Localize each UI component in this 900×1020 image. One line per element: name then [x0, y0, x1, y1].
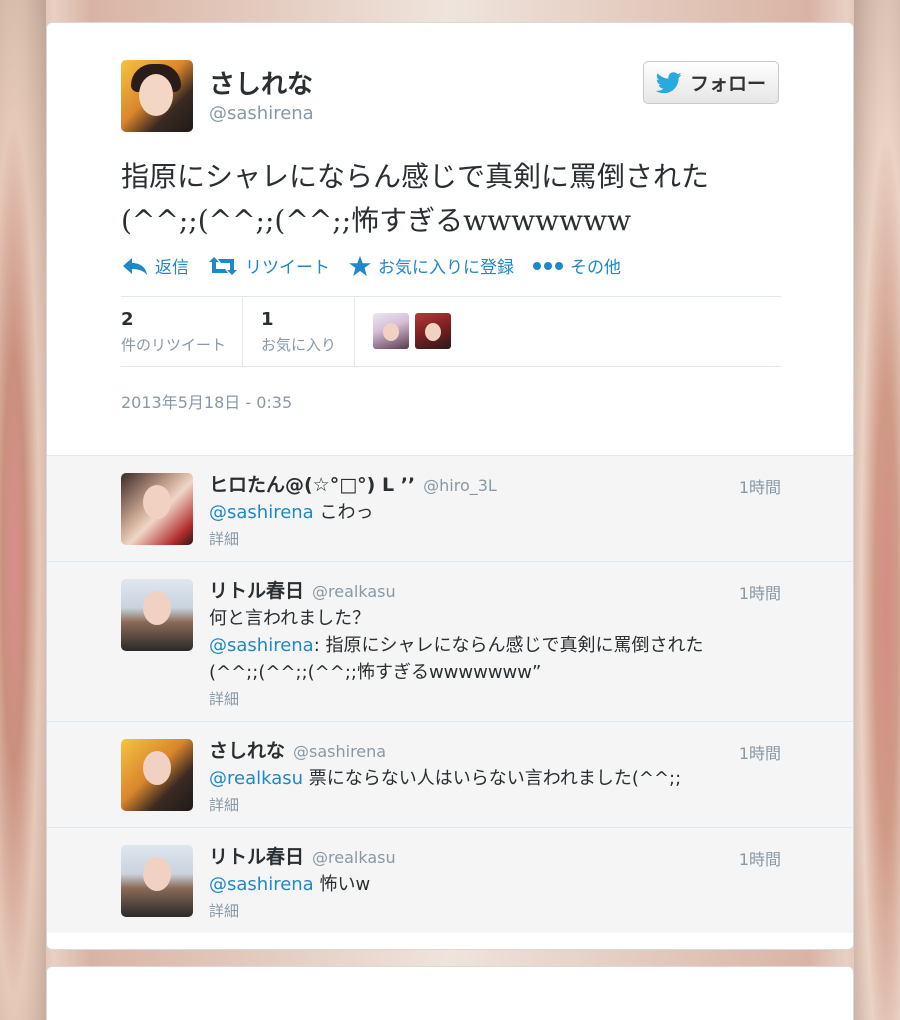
more-dots-icon — [533, 261, 563, 270]
reply-text: @sashirena 怖いw — [209, 874, 371, 895]
author-name[interactable]: さしれな — [209, 64, 313, 101]
reply-author-handle[interactable]: @realkasu — [312, 582, 396, 601]
tweet-text: 指原にシャレにならん感じで真剣に罵倒された (^^;;(^^;;(^^;;怖すぎ… — [121, 160, 710, 237]
avatar[interactable] — [373, 313, 409, 349]
tweet-stats: 2 件のリツイート 1 お気に入り — [121, 296, 781, 367]
avatar[interactable] — [121, 473, 193, 545]
reply-author-handle[interactable]: @realkasu — [312, 848, 396, 867]
retweet-stat[interactable]: 2 件のリツイート — [121, 297, 243, 366]
detail-link[interactable]: 詳細 — [209, 688, 781, 709]
favorite-action[interactable]: お気に入りに登録 — [348, 253, 514, 278]
detail-link[interactable]: 詳細 — [209, 794, 781, 815]
secondary-card — [46, 966, 854, 1020]
avatar[interactable] — [121, 739, 193, 811]
reply-author-name[interactable]: ヒロたん@(☆°□°) L ’’ — [209, 470, 415, 497]
tweet-card: さしれな @sashirena フォロー 指原にシャレにならん感じで真剣に罵倒さ… — [46, 22, 854, 950]
follow-label: フォロー — [689, 73, 766, 95]
reply-time[interactable]: 1時間 — [739, 740, 781, 764]
more-action[interactable]: その他 — [532, 253, 621, 278]
reply-author-name[interactable]: リトル春日 — [209, 842, 304, 869]
favorite-stat[interactable]: 1 お気に入り — [261, 297, 355, 366]
reply-text: @realkasu 票にならない人はいらない言われました(^^;; — [209, 768, 682, 789]
twitter-bird-icon — [655, 71, 682, 93]
reply-list: ヒロたん@(☆°□°) L ’’ @hiro_3L 1時間 @sashirena… — [47, 455, 853, 933]
retweet-icon — [209, 256, 237, 275]
detail-link[interactable]: 詳細 — [209, 900, 781, 921]
favorited-by-avatars — [373, 297, 451, 366]
list-item[interactable]: ヒロたん@(☆°□°) L ’’ @hiro_3L 1時間 @sashirena… — [47, 456, 853, 562]
avatar[interactable] — [415, 313, 451, 349]
list-item[interactable]: リトル春日 @realkasu 1時間 何と言われました？ @sashirena… — [47, 562, 853, 722]
background-photo-right — [854, 0, 900, 1020]
reply-time[interactable]: 1時間 — [739, 474, 781, 498]
author-avatar[interactable] — [121, 60, 193, 132]
mention-link[interactable]: @realkasu — [209, 768, 303, 789]
list-item[interactable]: リトル春日 @realkasu 1時間 @sashirena 怖いw 詳細 — [47, 828, 853, 933]
avatar[interactable] — [121, 845, 193, 917]
reply-action[interactable]: 返信 — [121, 253, 189, 278]
mention-link[interactable]: @sashirena — [209, 635, 314, 656]
detail-link[interactable]: 詳細 — [209, 528, 781, 549]
list-item[interactable]: さしれな @sashirena 1時間 @realkasu 票にならない人はいら… — [47, 722, 853, 828]
reply-author-handle[interactable]: @sashirena — [293, 742, 386, 761]
mention-link[interactable]: @sashirena — [209, 502, 314, 523]
tweet-timestamp[interactable]: 2013年5月18日 - 0:35 — [121, 389, 292, 413]
retweet-action[interactable]: リツイート — [207, 253, 330, 278]
reply-author-name[interactable]: リトル春日 — [209, 576, 304, 603]
reply-author-handle[interactable]: @hiro_3L — [423, 476, 497, 495]
reply-icon — [123, 257, 147, 275]
follow-button[interactable]: フォロー — [643, 61, 779, 104]
tweet-actions: 返信 リツイート お気に入りに登録 その他 — [121, 253, 621, 278]
reply-text: @sashirena こわっ — [209, 502, 374, 523]
mention-link[interactable]: @sashirena — [209, 874, 314, 895]
star-icon — [349, 255, 371, 276]
reply-time[interactable]: 1時間 — [739, 580, 781, 604]
reply-time[interactable]: 1時間 — [739, 846, 781, 870]
reply-author-name[interactable]: さしれな — [209, 736, 285, 763]
reply-text: 何と言われました？ @sashirena: 指原にシャレにならん感じで真剣に罵倒… — [209, 608, 704, 683]
avatar[interactable] — [121, 579, 193, 651]
background-photo-left — [0, 0, 46, 1020]
author-handle[interactable]: @sashirena — [209, 103, 314, 124]
